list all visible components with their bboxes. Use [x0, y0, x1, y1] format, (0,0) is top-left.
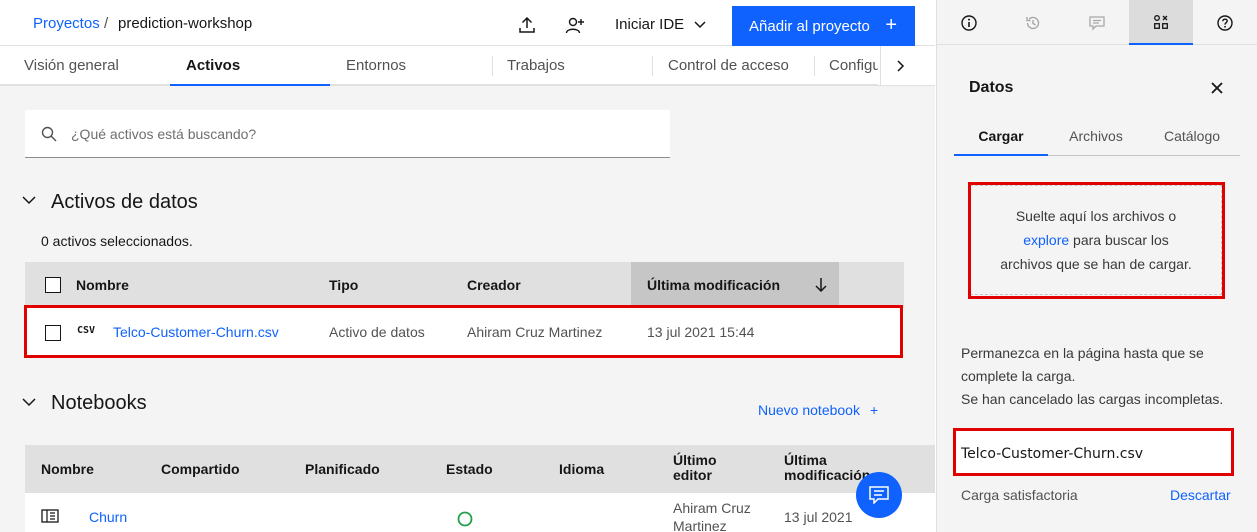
- discard-link[interactable]: Descartar: [1170, 487, 1231, 503]
- plus-icon: +: [869, 402, 879, 418]
- search-icon: [41, 126, 57, 142]
- drop-text-line-1: Suelte aquí los archivos o: [1015, 208, 1177, 224]
- nb-column-name[interactable]: Nombre: [41, 461, 94, 477]
- new-notebook-link[interactable]: Nuevo notebook +: [758, 402, 878, 418]
- notebook-last-modified: 13 jul 2021: [784, 509, 853, 525]
- collapse-notebooks-icon[interactable]: [22, 398, 36, 407]
- column-last-modified-cell[interactable]: Última modificación: [631, 262, 839, 308]
- uploaded-file-item: Telco-Customer-Churn.csv: [953, 428, 1234, 476]
- table-row[interactable]: CSV Telco-Customer-Churn.csv Activo de d…: [25, 308, 904, 356]
- panel-tab-upload[interactable]: Cargar: [954, 116, 1048, 156]
- launch-ide-menu[interactable]: Iniciar IDE: [615, 16, 706, 33]
- search-input[interactable]: [71, 110, 651, 157]
- csv-file-icon: CSV: [77, 325, 96, 336]
- panel-tab-catalog[interactable]: Catálogo: [1144, 116, 1240, 156]
- launch-ide-label: Iniciar IDE: [615, 16, 685, 33]
- panel-title: Datos: [969, 79, 1014, 96]
- status-ok-icon: [457, 511, 473, 527]
- help-icon[interactable]: [1193, 0, 1257, 45]
- nb-column-status[interactable]: Estado: [446, 461, 493, 477]
- tab-environments[interactable]: Entornos: [330, 46, 492, 86]
- chat-icon: [869, 486, 889, 504]
- notebook-icon: [41, 509, 59, 523]
- nb-column-last-modified[interactable]: Última modificación: [784, 453, 874, 483]
- add-to-project-label: Añadir al proyecto: [749, 17, 870, 35]
- nb-column-shared[interactable]: Compartido: [161, 461, 240, 477]
- asset-name-link[interactable]: Telco-Customer-Churn.csv: [113, 324, 279, 340]
- table-row[interactable]: Churn Ahiram Cruz Martinez 13 jul 2021: [25, 493, 935, 532]
- data-icon[interactable]: [1129, 0, 1193, 45]
- browse-link[interactable]: explore: [1023, 232, 1069, 248]
- collapse-data-assets-icon[interactable]: [22, 196, 36, 205]
- notebook-name-link[interactable]: Churn: [89, 509, 127, 525]
- asset-last-modified: 13 jul 2021 15:44: [647, 324, 755, 340]
- uploaded-file-name: Telco-Customer-Churn.csv: [961, 446, 1144, 462]
- tab-jobs[interactable]: Trabajos: [492, 46, 652, 86]
- assets-main-area: Activos de datos 0 activos seleccionados…: [0, 86, 935, 532]
- breadcrumb-projects-link[interactable]: Proyectos: [33, 15, 100, 32]
- file-drop-zone[interactable]: Suelte aquí los archivos o explore para …: [970, 185, 1222, 295]
- notebook-last-editor: Ahiram Cruz Martinez: [673, 500, 751, 532]
- tab-settings[interactable]: Configu: [814, 46, 878, 86]
- asset-creator: Ahiram Cruz Martinez: [467, 324, 603, 340]
- nb-column-language[interactable]: Idioma: [559, 461, 604, 477]
- tab-overview[interactable]: Visión general: [0, 46, 170, 86]
- notebooks-table-header: Nombre Compartido Planificado Estado Idi…: [25, 445, 935, 493]
- breadcrumb-separator: /: [104, 15, 109, 32]
- data-assets-table-header: Nombre Tipo Creador Última modificación: [25, 262, 904, 308]
- comments-icon[interactable]: [1065, 0, 1129, 45]
- add-collaborator-icon[interactable]: [560, 10, 590, 40]
- drop-text-line-2: explore para buscar los: [971, 228, 1221, 252]
- drop-text-cont: para buscar los: [1069, 232, 1169, 248]
- upload-info-line-1: Permanezca en la página hasta que se: [961, 345, 1204, 361]
- nb-column-last-editor[interactable]: Último editor: [673, 453, 743, 483]
- upload-info: Permanezca en la página hasta que se com…: [961, 342, 1223, 411]
- panel-toolbar: [937, 0, 1257, 45]
- upload-info-line-2: complete la carga.: [961, 368, 1076, 384]
- new-notebook-label: Nuevo notebook: [758, 402, 860, 418]
- data-assets-title: Activos de datos: [51, 191, 198, 213]
- add-to-project-button[interactable]: Añadir al proyecto +: [732, 6, 915, 46]
- close-icon[interactable]: [1211, 82, 1223, 94]
- sort-descending-icon[interactable]: [815, 278, 827, 292]
- asset-search: [25, 110, 670, 158]
- selected-count: 0 activos seleccionados.: [41, 233, 193, 249]
- chevron-down-icon: [694, 20, 706, 29]
- column-name[interactable]: Nombre: [76, 277, 129, 293]
- upload-info-line-3: Se han cancelado las cargas incompletas.: [961, 391, 1224, 407]
- row-checkbox[interactable]: [45, 325, 61, 341]
- plus-icon: +: [885, 14, 897, 36]
- column-type[interactable]: Tipo: [329, 277, 358, 293]
- history-icon[interactable]: [1001, 0, 1065, 45]
- project-tabs: Visión general Activos Entornos Trabajos…: [0, 46, 935, 86]
- tabs-scroll-right-icon[interactable]: [880, 46, 920, 86]
- nb-column-scheduled[interactable]: Planificado: [305, 461, 380, 477]
- drop-text-line-3: archivos que se han de cargar.: [1000, 256, 1192, 272]
- notebooks-title: Notebooks: [51, 392, 147, 414]
- chat-button[interactable]: [856, 472, 902, 518]
- side-panel: Datos Cargar Archivos Catálogo Suelte aq…: [936, 0, 1257, 532]
- column-last-modified: Última modificación: [647, 277, 781, 293]
- upload-status: Carga satisfactoria: [961, 487, 1078, 503]
- breadcrumb-current-project: prediction-workshop: [118, 15, 253, 32]
- top-bar: Proyectos / prediction-workshop Iniciar …: [0, 0, 935, 46]
- column-creator[interactable]: Creador: [467, 277, 521, 293]
- tab-assets[interactable]: Activos: [170, 46, 330, 86]
- upload-icon[interactable]: [512, 10, 542, 40]
- info-icon[interactable]: [937, 0, 1001, 45]
- select-all-checkbox[interactable]: [45, 277, 61, 293]
- asset-type: Activo de datos: [329, 324, 425, 340]
- panel-tab-files[interactable]: Archivos: [1048, 116, 1144, 156]
- tab-access-control[interactable]: Control de acceso: [652, 46, 814, 86]
